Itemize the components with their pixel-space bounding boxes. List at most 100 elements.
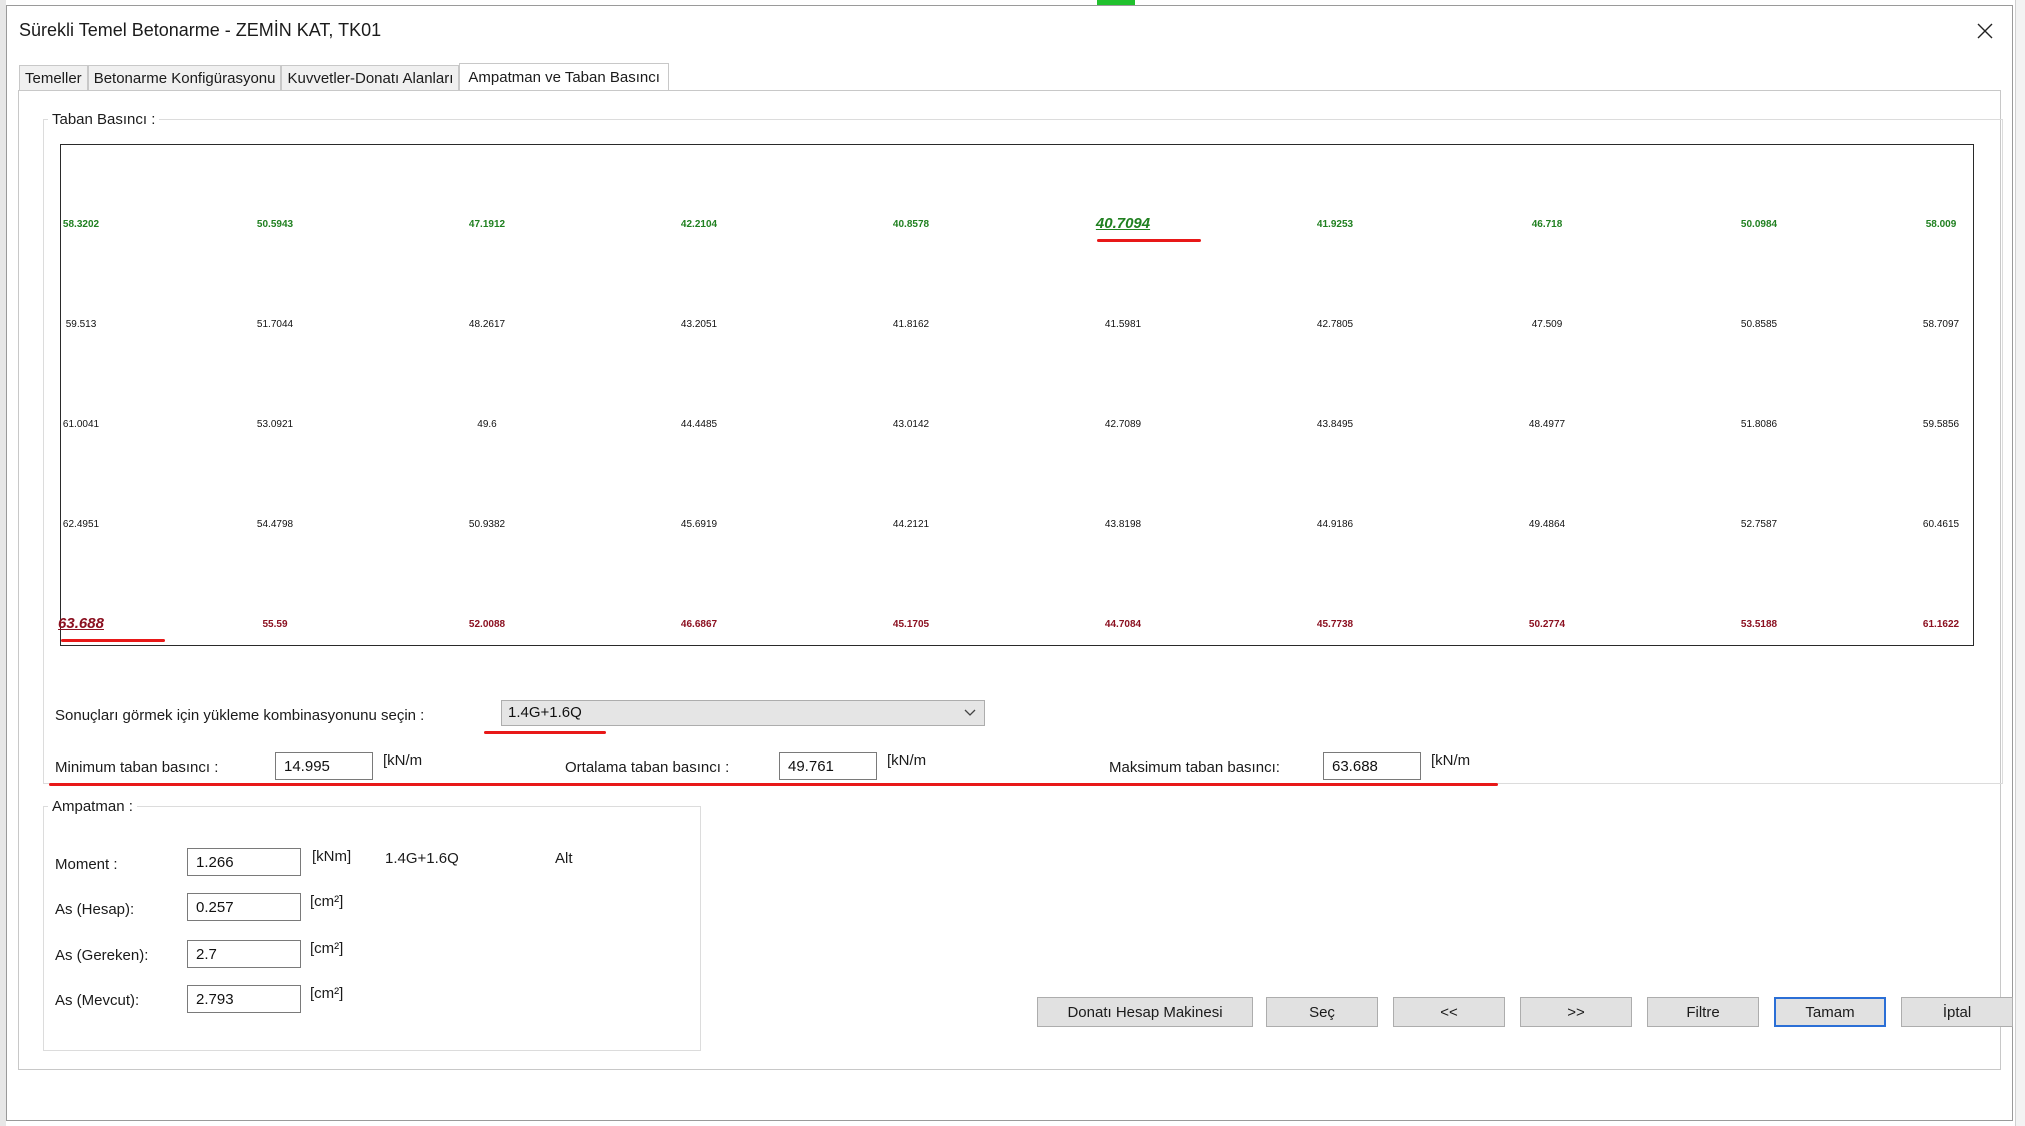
pressure-value: 40.7094 — [1095, 215, 1151, 232]
pressure-value: 48.4977 — [1528, 419, 1566, 430]
moment-label: Moment : — [55, 856, 118, 873]
as-gereken-unit: [cm²] — [310, 940, 344, 957]
window-title: Sürekli Temel Betonarme - ZEMİN KAT, TK0… — [19, 20, 382, 40]
pressure-value: 44.9186 — [1316, 519, 1354, 530]
previous-button[interactable]: << — [1393, 997, 1505, 1027]
max-unit: [kN/m — [1431, 752, 1471, 769]
taban-basinci-group: Taban Basıncı : 58.3202 50.5943 47.1912 42.… — [43, 111, 2003, 786]
pressure-value: 51.8086 — [1740, 419, 1778, 430]
pressure-value: 61.1622 — [1922, 619, 1960, 630]
pressure-value: 51.7044 — [256, 319, 294, 330]
extreme-value-highlight — [61, 639, 165, 642]
next-button[interactable]: >> — [1520, 997, 1632, 1027]
as-gereken-label: As (Gereken): — [55, 947, 149, 964]
pressure-value: 40.8578 — [892, 219, 930, 230]
pressure-value: 44.7084 — [1104, 619, 1142, 630]
pressure-value: 52.7587 — [1740, 519, 1778, 530]
pressure-value: 49.6 — [477, 419, 497, 430]
avg-unit: [kN/m — [887, 752, 927, 769]
chevron-down-icon — [964, 709, 976, 716]
as-hesap-label: As (Hesap): — [55, 901, 135, 918]
combo-highlight — [484, 731, 606, 734]
pressure-value: 50.9382 — [468, 519, 506, 530]
pressure-value: 50.0984 — [1740, 219, 1778, 230]
donati-hesap-makinesi-button[interactable]: Donatı Hesap Makinesi — [1037, 997, 1253, 1027]
pressure-value: 53.5188 — [1740, 619, 1778, 630]
moment-combo: 1.4G+1.6Q — [385, 850, 459, 867]
pressure-value: 63.688 — [58, 615, 104, 632]
pressure-value: 42.7089 — [1104, 419, 1142, 430]
iptal-button[interactable]: İptal — [1901, 997, 2013, 1027]
pressure-value: 62.4951 — [62, 519, 100, 530]
tab-page: Taban Basıncı : 58.3202 50.5943 47.1912 42.… — [18, 90, 2003, 1070]
min-unit: [kN/m — [383, 752, 423, 769]
as-mevcut-label: As (Mevcut): — [55, 992, 140, 1009]
filtre-button[interactable]: Filtre — [1647, 997, 1759, 1027]
pressure-value: 41.5981 — [1104, 319, 1142, 330]
pressure-value: 47.509 — [1531, 319, 1563, 330]
combo-label: Sonuçları görmek için yükleme kombinasyo… — [55, 707, 425, 724]
tab-temeller[interactable]: Temeller — [19, 65, 88, 91]
pressure-value: 46.6867 — [680, 619, 718, 630]
load-combination-select[interactable]: 1.4G+1.6Q — [501, 700, 985, 726]
pressure-value: 58.3202 — [62, 219, 100, 230]
as-hesap-unit: [cm²] — [310, 893, 344, 910]
pressure-value: 58.7097 — [1922, 319, 1960, 330]
dialog-window: Sürekli Temel Betonarme - ZEMİN KAT, TK0… — [6, 5, 2013, 1121]
pressure-value: 43.0142 — [892, 419, 930, 430]
tab-betonarme-konfigurasyonu[interactable]: Betonarme Konfigürasyonu — [87, 65, 282, 91]
pressure-value: 45.7738 — [1316, 619, 1354, 630]
max-label: Maksimum taban basıncı: — [1109, 759, 1280, 776]
tab-bar: Temeller Betonarme Konfigürasyonu Kuvvet… — [19, 63, 669, 91]
tab-kuvvetler-donati-alanlari[interactable]: Kuvvetler-Donatı Alanları — [281, 65, 460, 91]
close-button[interactable] — [1968, 14, 2002, 48]
pressure-value: 50.8585 — [1740, 319, 1778, 330]
pressure-value: 60.4615 — [1922, 519, 1960, 530]
tab-ampatman-ve-taban-basinci[interactable]: Ampatman ve Taban Basıncı — [459, 63, 669, 91]
pressure-value: 45.1705 — [892, 619, 930, 630]
pressure-value: 43.8198 — [1104, 519, 1142, 530]
pressure-value: 46.718 — [1531, 219, 1563, 230]
as-gereken-field[interactable] — [187, 940, 301, 968]
close-icon — [1977, 23, 1993, 39]
pressure-value: 44.4485 — [680, 419, 718, 430]
pressure-value: 44.2121 — [892, 519, 930, 530]
tamam-button[interactable]: Tamam — [1774, 997, 1886, 1027]
as-mevcut-unit: [cm²] — [310, 985, 344, 1002]
pressure-value: 59.5856 — [1922, 419, 1960, 430]
pressure-value: 43.2051 — [680, 319, 718, 330]
max-pressure-field[interactable] — [1323, 752, 1421, 780]
sec-button[interactable]: Seç — [1266, 997, 1378, 1027]
ampatman-title: Ampatman : — [48, 798, 137, 815]
pressure-value: 42.7805 — [1316, 319, 1354, 330]
pressure-value: 59.513 — [65, 319, 97, 330]
pressure-value: 54.4798 — [256, 519, 294, 530]
pressure-value: 45.6919 — [680, 519, 718, 530]
pressure-value: 41.8162 — [892, 319, 930, 330]
avg-pressure-field[interactable] — [779, 752, 877, 780]
extreme-value-highlight — [1097, 239, 1201, 242]
min-pressure-field[interactable] — [275, 752, 373, 780]
pressure-value: 43.8495 — [1316, 419, 1354, 430]
pressure-value: 50.2774 — [1528, 619, 1566, 630]
as-hesap-field[interactable] — [187, 893, 301, 921]
pressure-value: 61.0041 — [62, 419, 100, 430]
pressure-value: 53.0921 — [256, 419, 294, 430]
load-combination-value: 1.4G+1.6Q — [508, 704, 582, 721]
taban-basinci-title: Taban Basıncı : — [48, 111, 160, 128]
pressure-value: 52.0088 — [468, 619, 506, 630]
min-label: Minimum taban basıncı : — [55, 759, 219, 776]
moment-side: Alt — [555, 850, 573, 867]
moment-field[interactable] — [187, 848, 301, 876]
pressure-value: 49.4864 — [1528, 519, 1566, 530]
pressure-value: 48.2617 — [468, 319, 506, 330]
pressure-value: 41.9253 — [1316, 219, 1354, 230]
as-mevcut-field[interactable] — [187, 985, 301, 1013]
pressure-summary-highlight — [49, 783, 1498, 786]
pressure-value: 58.009 — [1925, 219, 1957, 230]
avg-label: Ortalama taban basıncı : — [565, 759, 730, 776]
title-bar: Sürekli Temel Betonarme - ZEMİN KAT, TK0… — [7, 6, 2012, 54]
background-app-edge-right — [2015, 0, 2025, 1126]
moment-unit: [kNm] — [312, 848, 352, 865]
pressure-value: 50.5943 — [256, 219, 294, 230]
